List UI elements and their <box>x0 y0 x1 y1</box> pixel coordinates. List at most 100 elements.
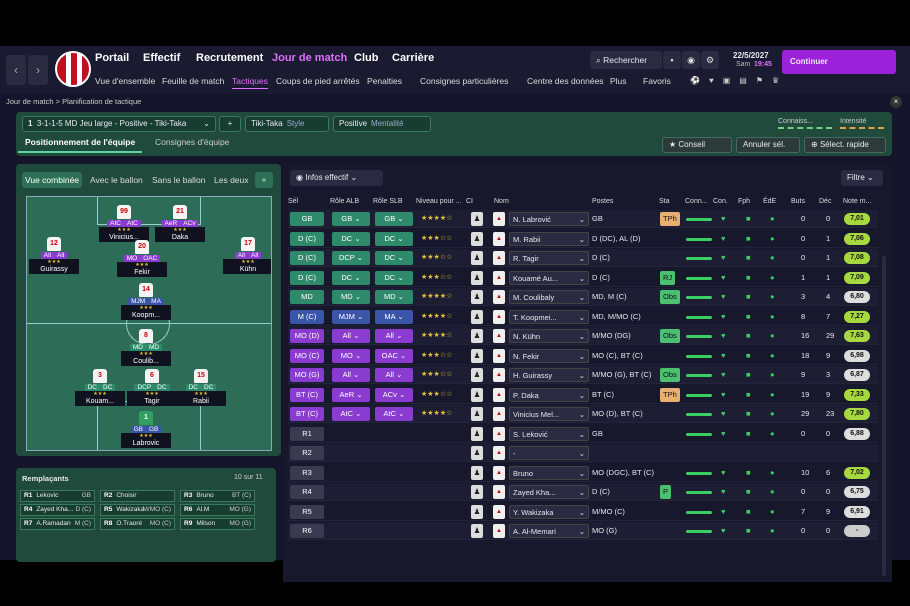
sub-slot[interactable]: R7 A.Ramadan M (C) <box>20 518 95 530</box>
selection-position[interactable]: D (C) <box>290 231 324 246</box>
player-select[interactable]: T. Koopmei... ⌄ <box>509 309 589 324</box>
pitch-player[interactable]: 17 All All ★★★ Kühn <box>223 237 271 274</box>
selection-position[interactable]: MO (C) <box>290 348 324 363</box>
club-logo[interactable] <box>55 51 91 87</box>
player-info-icon[interactable]: ♟ <box>471 251 483 265</box>
add-tactic-button[interactable]: + <box>219 116 241 132</box>
back-arrow-icon[interactable]: ‹ <box>6 55 26 85</box>
quick-icons[interactable]: ⚽♥▣▤⚑♛ <box>690 76 788 85</box>
selection-position[interactable]: D (C) <box>290 270 324 285</box>
role-slb-dropdown[interactable]: GB ⌄ <box>375 212 413 226</box>
table-row[interactable]: BT (C) AtC ⌄ AtC ⌄ ★★★★☆ ♟ ▲ Vinicius Mel... ⌄ M… <box>288 405 878 423</box>
player-select[interactable]: Bruno ⌄ <box>509 465 589 480</box>
sub-slot[interactable]: R4 Zayed Kha... D (C) <box>20 504 95 516</box>
tab-avec-ballon[interactable]: Avec le ballon <box>87 172 146 188</box>
role-slb-dropdown[interactable]: DC ⌄ <box>375 270 413 285</box>
table-row[interactable]: D (C) DC ⌄ DC ⌄ ★★★☆☆ ♟ ▲ M. Rabii ⌄ D (DC), AL … <box>288 230 878 248</box>
selection-position[interactable]: MO (G) <box>290 368 324 382</box>
role-alb-dropdown[interactable]: All ⌄ <box>332 329 370 343</box>
inbox-icon[interactable]: ▪ <box>663 51 681 69</box>
forward-arrow-icon[interactable]: › <box>28 55 48 85</box>
role-slb-dropdown[interactable]: DC ⌄ <box>375 231 413 246</box>
player-info-icon[interactable]: ♟ <box>471 212 483 226</box>
menu-recrutement[interactable]: Recrutement <box>196 52 263 64</box>
submenu-feuille-de-match[interactable]: Feuille de match <box>162 76 224 86</box>
tactic-select[interactable]: 1 3-1-1-5 MD Jeu large - Positive - Tiki… <box>22 116 216 132</box>
column-header[interactable]: Déc <box>819 198 831 205</box>
table-row[interactable]: R1 ♟ ▲ S. Leković ⌄ GB ♥ ■ ● 0 0 6,88 <box>288 425 878 443</box>
role-slb-dropdown[interactable]: All ⌄ <box>375 368 413 382</box>
player-select[interactable]: N. Fekir ⌄ <box>509 348 589 363</box>
pitch-player[interactable]: 99 AtC AtC ★★★ Vinicius... <box>99 205 149 242</box>
pitch-player[interactable]: 21 AeR ACv ★★★ Daka <box>155 205 205 242</box>
role-alb-dropdown[interactable]: DC ⌄ <box>332 270 370 285</box>
table-row[interactable]: BT (C) AeR ⌄ ACv ⌄ ★★★☆☆ ♟ ▲ P. Daka ⌄ BT (C) TPh… <box>288 386 878 404</box>
player-info-icon[interactable]: ♟ <box>471 231 483 246</box>
quick-select-button[interactable]: ⊕ Sélect. rapide <box>804 137 886 153</box>
role-slb-dropdown[interactable]: OAC ⌄ <box>375 348 413 363</box>
selection-position[interactable]: R3 <box>290 465 324 480</box>
player-info-icon[interactable]: ♟ <box>471 407 483 421</box>
player-select[interactable]: Kouamé Au... ⌄ <box>509 270 589 285</box>
sub-slot[interactable]: R6 Al.M MO (G) <box>180 504 255 516</box>
submenu-plus[interactable]: Plus <box>610 76 627 86</box>
submenu-favoris[interactable]: Favoris <box>643 76 671 86</box>
sub-slot[interactable]: R3 Bruno BT (C) <box>180 490 255 502</box>
role-alb-dropdown[interactable]: AtC ⌄ <box>332 407 370 421</box>
selection-position[interactable]: R2 <box>290 446 324 460</box>
role-alb-dropdown[interactable]: MO ⌄ <box>332 348 370 363</box>
table-row[interactable]: R2 ♟ ▲ - ⌄ <box>288 444 878 462</box>
player-select[interactable]: N. Kühn ⌄ <box>509 329 589 343</box>
role-slb-dropdown[interactable]: DC ⌄ <box>375 251 413 265</box>
player-select[interactable]: Y. Wakizaka ⌄ <box>509 504 589 519</box>
player-info-icon[interactable]: ♟ <box>471 465 483 480</box>
pitch-player[interactable]: 1 GB GB ★★★ Labrovic <box>121 411 171 448</box>
player-select[interactable]: Zayed Kha... ⌄ <box>509 485 589 499</box>
role-slb-dropdown[interactable]: ACv ⌄ <box>375 387 413 402</box>
selection-position[interactable]: MD <box>290 290 324 304</box>
player-info-icon[interactable]: ♟ <box>471 329 483 343</box>
player-info-icon[interactable]: ♟ <box>471 524 483 538</box>
sub-slot[interactable]: R1 Lekovic GB <box>20 490 95 502</box>
player-info-icon[interactable]: ♟ <box>471 290 483 304</box>
sub-slot[interactable]: R5 Wakizaka M/MO (C) <box>100 504 175 516</box>
role-alb-dropdown[interactable]: GB ⌄ <box>332 212 370 226</box>
sub-slot[interactable]: R2 Choisir <box>100 490 175 502</box>
pitch-player[interactable]: 15 DC DC ★★★ Rabii <box>176 369 226 406</box>
menu-carriere[interactable]: Carrière <box>392 52 434 64</box>
menu-jour-de-match[interactable]: Jour de match <box>272 52 347 64</box>
column-header[interactable]: Rôle ALB <box>330 198 359 205</box>
cancel-selection-button[interactable]: Annuler sél. <box>736 137 800 153</box>
player-select[interactable]: M. Coulibaly ⌄ <box>509 290 589 304</box>
submenu-coups-de-pied[interactable]: Coups de pied arrêtés <box>276 76 360 86</box>
pitch-player[interactable]: 6 DCP DC ★★★ Tagir <box>127 369 177 406</box>
advice-button[interactable]: ★ Conseil <box>662 137 732 153</box>
table-row[interactable]: R5 ♟ ▲ Y. Wakizaka ⌄ M/MO (C) ♥ ■ ● 7 9 6,91 <box>288 503 878 521</box>
column-header[interactable]: Nom <box>494 198 509 205</box>
tab-sans-ballon[interactable]: Sans le ballon <box>149 172 208 188</box>
column-header[interactable]: Fph <box>738 198 750 205</box>
mentality-select[interactable]: Positive Mentalité <box>333 116 431 132</box>
player-select[interactable]: M. Rabii ⌄ <box>509 231 589 246</box>
player-info-icon[interactable]: ♟ <box>471 446 483 460</box>
selection-position[interactable]: R1 <box>290 426 324 441</box>
player-info-icon[interactable]: ♟ <box>471 348 483 363</box>
player-info-icon[interactable]: ♟ <box>471 270 483 285</box>
table-row[interactable]: MO (G) All ⌄ All ⌄ ★★★☆☆ ♟ ▲ H. Guirassy ⌄ M/MO … <box>288 366 878 384</box>
menu-portail[interactable]: Portail <box>95 52 129 64</box>
selection-position[interactable]: BT (C) <box>290 387 324 402</box>
column-header[interactable]: Conn... <box>685 198 708 205</box>
player-info-icon[interactable]: ♟ <box>471 426 483 441</box>
pitch-player[interactable]: 12 All All ★★★ Guirassy <box>29 237 79 274</box>
column-header[interactable]: Buts <box>791 198 805 205</box>
continue-button[interactable]: Continuer <box>782 50 896 74</box>
selection-position[interactable]: R6 <box>290 524 324 538</box>
submenu-penalties[interactable]: Penalties <box>367 76 402 86</box>
table-row[interactable]: M (C) MJM ⌄ MA ⌄ ★★★★☆ ♟ ▲ T. Koopmei... ⌄ MD, M… <box>288 308 878 326</box>
player-info-icon[interactable]: ♟ <box>471 504 483 519</box>
player-select[interactable]: S. Leković ⌄ <box>509 426 589 441</box>
style-select[interactable]: Tiki-Taka Style <box>245 116 329 132</box>
search-button[interactable]: ⌕ Rechercher <box>590 51 662 69</box>
submenu-vue-ensemble[interactable]: Vue d'ensemble <box>95 76 155 86</box>
gear-icon[interactable]: ⚙ <box>701 51 719 69</box>
